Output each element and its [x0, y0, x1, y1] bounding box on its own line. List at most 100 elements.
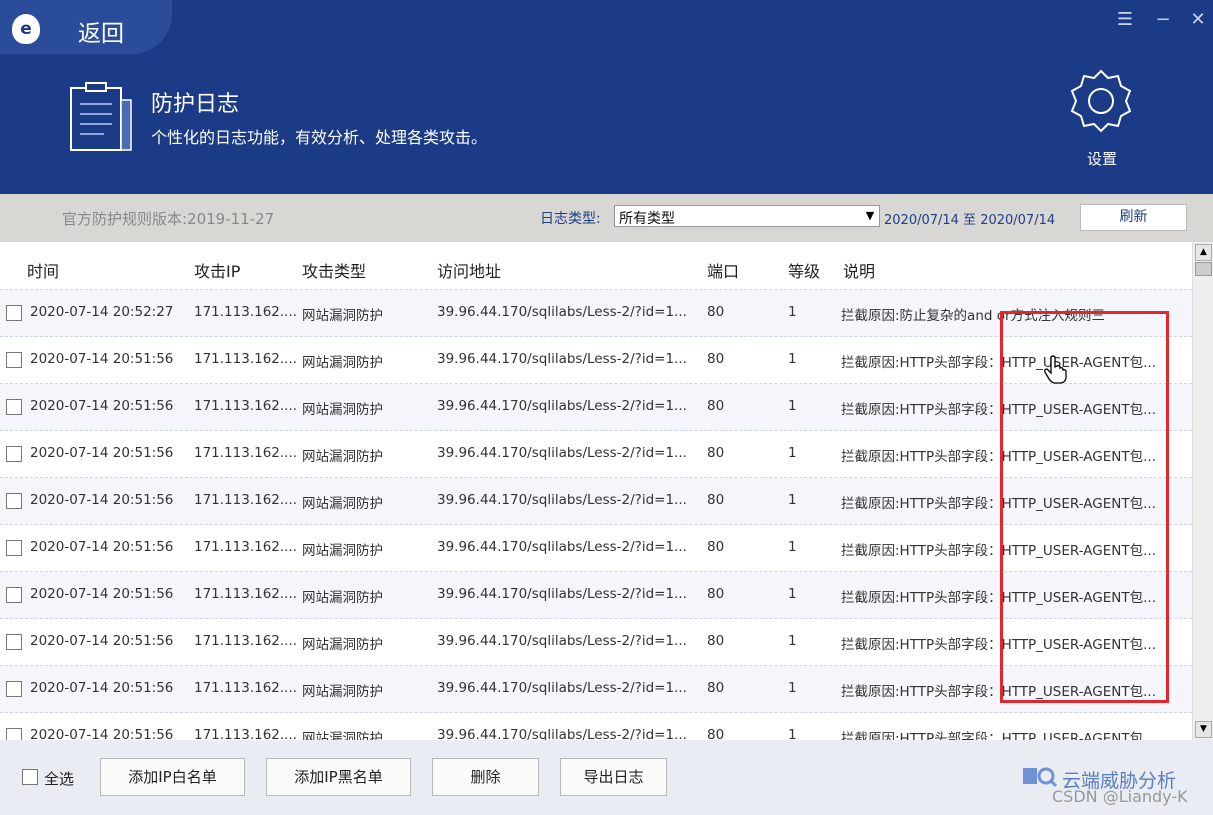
column-header-url[interactable]: 访问地址 — [437, 258, 501, 282]
cell-time: 2020-07-14 20:51:56 — [30, 727, 174, 740]
cell-time: 2020-07-14 20:51:56 — [30, 445, 174, 461]
cell-time: 2020-07-14 20:51:56 — [30, 351, 174, 367]
menu-icon[interactable]: ☰ — [1113, 8, 1137, 32]
cell-level: 1 — [788, 445, 797, 461]
row-checkbox[interactable] — [6, 305, 22, 321]
footer-bar: 全选 添加IP白名单 添加IP黑名单 删除 导出日志 云端威胁分析 CSDN @… — [0, 740, 1213, 815]
table-row[interactable]: 2020-07-14 20:51:56 171.113.162.... 网站漏洞防护… — [0, 713, 1192, 740]
page-title: 防护日志 — [151, 92, 240, 117]
minimize-icon[interactable]: − — [1151, 8, 1175, 32]
cell-ip: 171.113.162.... — [194, 727, 298, 740]
hand-cursor-icon — [1044, 355, 1067, 384]
cell-level: 1 — [788, 398, 797, 414]
filter-toolbar: 官方防护规则版本:2019-11-27 日志类型: 所有类型 ▼ 2020/07… — [0, 194, 1213, 242]
cell-ip: 171.113.162.... — [194, 633, 298, 649]
back-button[interactable]: e 返回 — [0, 0, 172, 54]
cell-level: 1 — [788, 539, 797, 555]
back-label: 返回 — [78, 21, 124, 47]
date-range[interactable]: 2020/07/14 至 2020/07/14 — [884, 209, 1055, 228]
cell-url: 39.96.44.170/sqlilabs/Less-2/?id=1... — [437, 727, 687, 740]
close-icon[interactable]: ✕ — [1186, 8, 1210, 32]
cell-url: 39.96.44.170/sqlilabs/Less-2/?id=1... — [437, 304, 687, 320]
cell-ip: 171.113.162.... — [194, 680, 298, 696]
app-logo-icon: e — [12, 14, 40, 44]
cell-port: 80 — [707, 351, 725, 367]
cell-time: 2020-07-14 20:51:56 — [30, 539, 174, 555]
cell-attack-type: 网站漏洞防护 — [302, 684, 383, 700]
cell-ip: 171.113.162.... — [194, 351, 298, 367]
cell-attack-type: 网站漏洞防护 — [302, 449, 383, 465]
cell-time: 2020-07-14 20:51:56 — [30, 680, 174, 696]
cell-level: 1 — [788, 492, 797, 508]
scroll-thumb[interactable] — [1195, 262, 1212, 276]
row-checkbox[interactable] — [6, 587, 22, 603]
cell-attack-type: 网站漏洞防护 — [302, 496, 383, 512]
column-header-ip[interactable]: 攻击IP — [194, 258, 240, 282]
cell-attack-type: 网站漏洞防护 — [302, 402, 383, 418]
cloud-search-icon[interactable] — [1022, 766, 1058, 788]
log-type-select[interactable]: 所有类型 ▼ — [614, 205, 880, 227]
row-checkbox[interactable] — [6, 446, 22, 462]
cell-port: 80 — [707, 680, 725, 696]
cell-level: 1 — [788, 586, 797, 602]
row-checkbox[interactable] — [6, 540, 22, 556]
cell-attack-type: 网站漏洞防护 — [302, 590, 383, 606]
cell-level: 1 — [788, 680, 797, 696]
cell-port: 80 — [707, 539, 725, 555]
cell-ip: 171.113.162.... — [194, 445, 298, 461]
cell-port: 80 — [707, 398, 725, 414]
delete-button[interactable]: 删除 — [432, 758, 539, 796]
row-checkbox[interactable] — [6, 493, 22, 509]
add-blacklist-button[interactable]: 添加IP黑名单 — [266, 758, 411, 796]
row-checkbox[interactable] — [6, 634, 22, 650]
cell-port: 80 — [707, 304, 725, 320]
row-checkbox[interactable] — [6, 352, 22, 368]
cell-ip: 171.113.162.... — [194, 492, 298, 508]
cell-url: 39.96.44.170/sqlilabs/Less-2/?id=1... — [437, 680, 687, 696]
column-header-desc[interactable]: 说明 — [843, 258, 875, 282]
cell-url: 39.96.44.170/sqlilabs/Less-2/?id=1... — [437, 492, 687, 508]
column-header-level[interactable]: 等级 — [788, 258, 820, 282]
watermark-text: CSDN @Liandy-K — [1052, 787, 1188, 806]
cell-level: 1 — [788, 304, 797, 320]
cell-level: 1 — [788, 727, 797, 740]
column-header-type[interactable]: 攻击类型 — [302, 258, 366, 282]
rule-version-text: 官方防护规则版本:2019-11-27 — [62, 210, 275, 228]
row-checkbox[interactable] — [6, 681, 22, 697]
cell-url: 39.96.44.170/sqlilabs/Less-2/?id=1... — [437, 539, 687, 555]
log-type-value: 所有类型 — [619, 211, 675, 227]
cell-url: 39.96.44.170/sqlilabs/Less-2/?id=1... — [437, 633, 687, 649]
add-whitelist-button[interactable]: 添加IP白名单 — [100, 758, 245, 796]
cell-attack-type: 网站漏洞防护 — [302, 308, 383, 324]
vertical-scrollbar[interactable]: ▲ ▼ — [1192, 242, 1213, 740]
scroll-up-icon[interactable]: ▲ — [1195, 244, 1212, 261]
row-checkbox[interactable] — [6, 399, 22, 415]
dropdown-arrow-icon[interactable]: ▼ — [862, 207, 878, 225]
cell-port: 80 — [707, 492, 725, 508]
settings-label[interactable]: 设置 — [1087, 148, 1117, 169]
refresh-button[interactable]: 刷新 — [1080, 204, 1187, 231]
cell-attack-type: 网站漏洞防护 — [302, 543, 383, 559]
column-header-port[interactable]: 端口 — [707, 258, 739, 282]
export-log-button[interactable]: 导出日志 — [560, 758, 667, 796]
header-banner: e 返回 ☰ − ✕ 防护日志 个性化的日志功能，有效分析、处理各类攻击。 设置 — [0, 0, 1213, 194]
cell-port: 80 — [707, 633, 725, 649]
cell-level: 1 — [788, 351, 797, 367]
cell-attack-type: 网站漏洞防护 — [302, 731, 383, 740]
cell-port: 80 — [707, 445, 725, 461]
scroll-down-icon[interactable]: ▼ — [1195, 721, 1212, 738]
select-all-label[interactable]: 全选 — [44, 768, 74, 789]
row-checkbox[interactable] — [6, 728, 22, 740]
cell-url: 39.96.44.170/sqlilabs/Less-2/?id=1... — [437, 398, 687, 414]
cell-time: 2020-07-14 20:52:27 — [30, 304, 174, 320]
cell-description: 拦截原因:HTTP头部字段：HTTP_USER-AGENT包... — [841, 731, 1156, 740]
cell-time: 2020-07-14 20:51:56 — [30, 398, 174, 414]
settings-gear-icon[interactable] — [1068, 68, 1134, 134]
select-all-checkbox[interactable] — [22, 769, 38, 785]
cell-url: 39.96.44.170/sqlilabs/Less-2/?id=1... — [437, 351, 687, 367]
cell-time: 2020-07-14 20:51:56 — [30, 633, 174, 649]
cell-time: 2020-07-14 20:51:56 — [30, 492, 174, 508]
column-header-time[interactable]: 时间 — [27, 258, 59, 282]
cell-ip: 171.113.162.... — [194, 304, 298, 320]
cell-level: 1 — [788, 633, 797, 649]
